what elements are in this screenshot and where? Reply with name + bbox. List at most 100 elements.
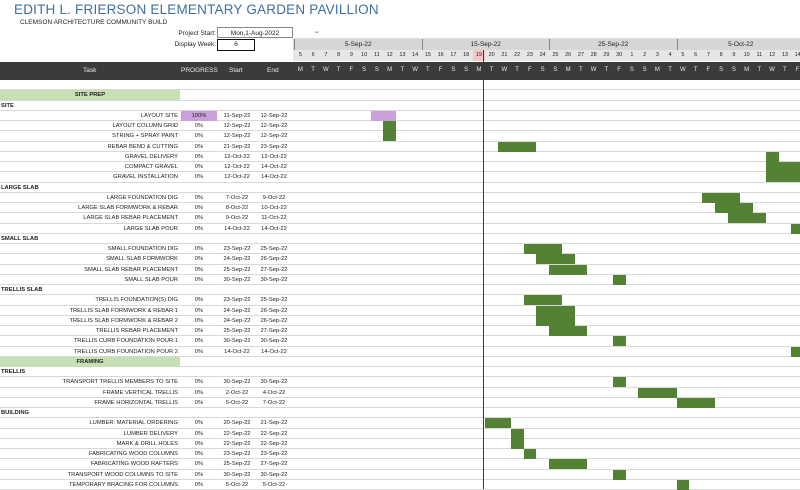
gantt-bar[interactable] <box>613 275 626 285</box>
end-date-cell[interactable]: 30-Sep-22 <box>255 377 293 387</box>
gantt-bar[interactable] <box>613 336 626 346</box>
progress-cell[interactable]: 0% <box>181 142 217 152</box>
gantt-bar[interactable] <box>677 398 715 408</box>
end-date-cell[interactable]: 30-Sep-22 <box>255 275 293 285</box>
end-date-cell[interactable]: 25-Sep-22 <box>255 244 293 254</box>
progress-cell[interactable]: 0% <box>181 326 217 336</box>
start-date-cell[interactable]: 5-Oct-22 <box>219 480 255 490</box>
end-date-cell[interactable]: 27-Sep-22 <box>255 265 293 275</box>
end-date-cell[interactable]: 26-Sep-22 <box>255 306 293 316</box>
task-row[interactable]: SMALL SLAB REBAR PLACEMENT0%25-Sep-2227-… <box>0 265 800 275</box>
gantt-bar[interactable] <box>485 418 511 428</box>
gantt-bar[interactable] <box>766 172 800 182</box>
gantt-bar[interactable] <box>536 306 574 316</box>
gantt-bar[interactable] <box>511 439 524 449</box>
task-row[interactable]: SMALL SLAB FORMWORK0%24-Sep-2226-Sep-22 <box>0 254 800 264</box>
start-date-cell[interactable]: 24-Sep-22 <box>219 254 255 264</box>
progress-cell[interactable]: 100% <box>181 111 217 121</box>
start-date-cell[interactable]: 30-Sep-22 <box>219 275 255 285</box>
end-date-cell[interactable]: 22-Sep-22 <box>255 439 293 449</box>
progress-cell[interactable]: 0% <box>181 418 217 428</box>
task-row[interactable]: TRELLIS SLAB FORMWORK & REBAR 20%24-Sep-… <box>0 316 800 326</box>
end-date-cell[interactable]: 14-Oct-22 <box>255 347 293 357</box>
blank-row[interactable] <box>0 80 800 90</box>
gantt-bar[interactable] <box>715 203 753 213</box>
gantt-bar[interactable] <box>549 459 587 469</box>
start-date-cell[interactable]: 12-Oct-22 <box>219 152 255 162</box>
gantt-bar[interactable] <box>613 470 626 480</box>
progress-cell[interactable]: 0% <box>181 439 217 449</box>
end-date-cell[interactable]: 26-Sep-22 <box>255 254 293 264</box>
start-date-cell[interactable]: 23-Sep-22 <box>219 449 255 459</box>
gantt-bar[interactable] <box>524 449 537 459</box>
progress-cell[interactable]: 0% <box>181 398 217 408</box>
start-date-cell[interactable]: 24-Sep-22 <box>219 306 255 316</box>
gantt-bar[interactable] <box>383 121 396 131</box>
section-row[interactable]: TRELLIS SLAB <box>0 285 800 295</box>
task-row[interactable]: FABRICATING WOOD COLUMNS0%23-Sep-2223-Se… <box>0 449 800 459</box>
progress-cell[interactable]: 0% <box>181 275 217 285</box>
end-date-cell[interactable]: 7-Oct-22 <box>255 398 293 408</box>
progress-cell[interactable]: 0% <box>181 459 217 469</box>
start-date-cell[interactable]: 30-Sep-22 <box>219 377 255 387</box>
end-date-cell[interactable]: 22-Sep-22 <box>255 429 293 439</box>
end-date-cell[interactable]: 27-Sep-22 <box>255 326 293 336</box>
week-scrollbar[interactable]: ═ <box>293 27 800 39</box>
task-row[interactable]: TRELLIS CURB FOUNDATION POUR 20%14-Oct-2… <box>0 347 800 357</box>
task-row[interactable]: TRANSPORT WOOD COLUMNS TO SITE0%30-Sep-2… <box>0 470 800 480</box>
progress-cell[interactable]: 0% <box>181 244 217 254</box>
gantt-bar[interactable] <box>549 265 587 275</box>
task-row[interactable]: FABRICATING WOOD RAFTERS0%25-Sep-2227-Se… <box>0 459 800 469</box>
progress-cell[interactable]: 0% <box>181 265 217 275</box>
task-row[interactable]: LARGE SLAB FORMWORK & REBAR0%8-Oct-2210-… <box>0 203 800 213</box>
gantt-bar[interactable] <box>791 224 800 234</box>
gantt-bar[interactable] <box>728 213 766 223</box>
progress-cell[interactable]: 0% <box>181 429 217 439</box>
section-row[interactable]: BUILDING <box>0 408 800 418</box>
start-date-cell[interactable]: 12-Sep-22 <box>219 121 255 131</box>
gantt-bar[interactable] <box>536 254 574 264</box>
progress-cell[interactable]: 0% <box>181 254 217 264</box>
progress-cell[interactable]: 0% <box>181 336 217 346</box>
task-row[interactable]: LAYOUT SITE100%11-Sep-2212-Sep-22 <box>0 111 800 121</box>
task-row[interactable]: LARGE SLAB REBAR PLACEMENT0%9-Oct-2211-O… <box>0 213 800 223</box>
gantt-bar[interactable] <box>371 111 397 121</box>
gantt-bar[interactable] <box>702 193 740 203</box>
start-date-cell[interactable]: 22-Sep-22 <box>219 429 255 439</box>
progress-cell[interactable]: 0% <box>181 121 217 131</box>
progress-cell[interactable]: 0% <box>181 213 217 223</box>
task-row[interactable]: TRANSPORT TRELLIS MEMBERS TO SITE0%30-Se… <box>0 377 800 387</box>
gantt-bar[interactable] <box>791 347 800 357</box>
end-date-cell[interactable]: 23-Sep-22 <box>255 142 293 152</box>
start-date-cell[interactable]: 14-Oct-22 <box>219 347 255 357</box>
task-row[interactable]: SMALL FOUNDATION DIG0%23-Sep-2225-Sep-22 <box>0 244 800 254</box>
end-date-cell[interactable]: 12-Oct-22 <box>255 152 293 162</box>
start-date-cell[interactable]: 20-Sep-22 <box>219 418 255 428</box>
progress-cell[interactable]: 0% <box>181 172 217 182</box>
end-date-cell[interactable]: 23-Sep-22 <box>255 449 293 459</box>
end-date-cell[interactable]: 5-Oct-22 <box>255 480 293 490</box>
progress-cell[interactable]: 0% <box>181 162 217 172</box>
progress-cell[interactable]: 0% <box>181 388 217 398</box>
task-row[interactable]: STRING + SPRAY PAINT0%12-Sep-2212-Sep-22 <box>0 131 800 141</box>
project-start-input[interactable]: Mon,1-Aug-2022 <box>217 27 293 38</box>
start-date-cell[interactable]: 2-Oct-22 <box>219 388 255 398</box>
end-date-cell[interactable]: 4-Oct-22 <box>255 388 293 398</box>
end-date-cell[interactable]: 14-Oct-22 <box>255 224 293 234</box>
start-date-cell[interactable]: 8-Oct-22 <box>219 203 255 213</box>
scroll-thumb[interactable]: ═ <box>315 30 319 36</box>
end-date-cell[interactable]: 21-Sep-22 <box>255 418 293 428</box>
start-date-cell[interactable]: 25-Sep-22 <box>219 326 255 336</box>
task-row[interactable]: FRAME VERTICAL TRELLIS0%2-Oct-224-Oct-22 <box>0 388 800 398</box>
progress-cell[interactable]: 0% <box>181 224 217 234</box>
task-row[interactable]: TRELLIS CURB FOUNDATION POUR 10%30-Sep-2… <box>0 336 800 346</box>
end-date-cell[interactable]: 11-Oct-22 <box>255 213 293 223</box>
start-date-cell[interactable]: 30-Sep-22 <box>219 470 255 480</box>
progress-cell[interactable]: 0% <box>181 377 217 387</box>
start-date-cell[interactable]: 12-Oct-22 <box>219 162 255 172</box>
task-row[interactable]: COMPACT GRAVEL0%12-Oct-2214-Oct-22 <box>0 162 800 172</box>
end-date-cell[interactable]: 12-Sep-22 <box>255 121 293 131</box>
task-row[interactable]: FRAME HORIZONTAL TRELLIS0%5-Oct-227-Oct-… <box>0 398 800 408</box>
start-date-cell[interactable]: 9-Oct-22 <box>219 213 255 223</box>
task-row[interactable]: MARK & DRILL HOLES0%22-Sep-2222-Sep-22 <box>0 439 800 449</box>
